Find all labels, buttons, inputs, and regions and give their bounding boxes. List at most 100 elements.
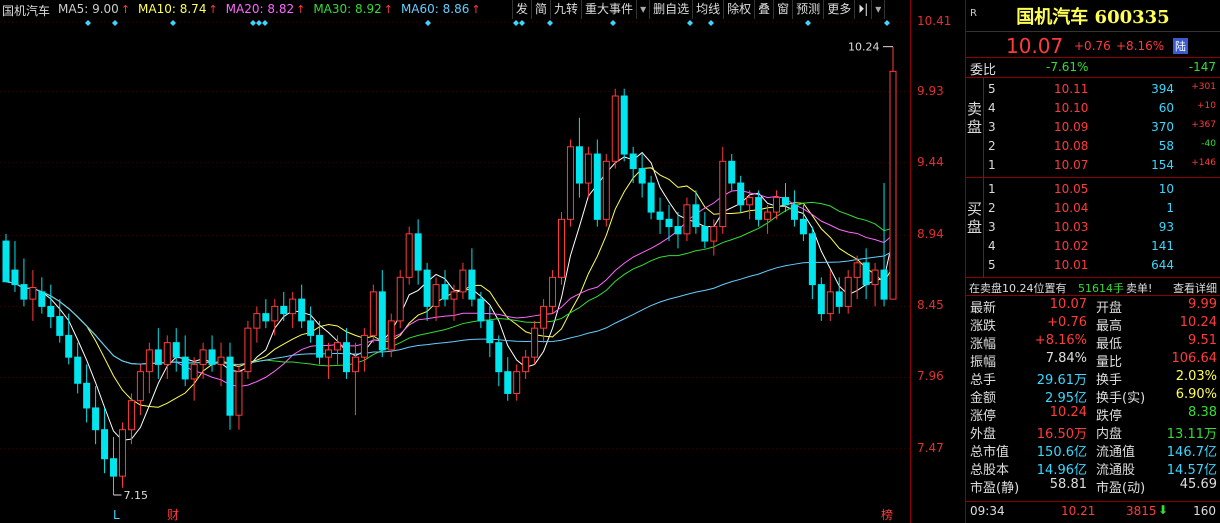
level-price: 10.09	[1054, 120, 1089, 134]
event-diamond-icon	[513, 20, 519, 26]
candle	[110, 436, 118, 495]
level-volume: 154	[1151, 158, 1174, 172]
toolbar-item-6[interactable]: 均线	[693, 0, 725, 19]
level-number: 5	[988, 82, 996, 96]
toolbar-item-9[interactable]: 窗	[774, 0, 794, 19]
candle	[253, 306, 261, 343]
book-level[interactable]: 2 10.04 1	[988, 201, 1220, 219]
book-level[interactable]: 4 10.02 141	[988, 239, 1220, 257]
price-change-pct: +8.16%	[1116, 39, 1165, 53]
ma10-legend: MA10: 8.74 ↑	[138, 2, 218, 16]
toolbar-item-2[interactable]: 九转	[551, 0, 583, 19]
candle	[504, 357, 512, 401]
stat-value: 13.11万	[1166, 427, 1217, 442]
candle	[2, 233, 10, 283]
marker-cai: 财	[167, 508, 179, 522]
candle	[853, 255, 861, 300]
stat-label: 换手(实)	[1096, 391, 1146, 406]
level-change: +367	[1191, 120, 1216, 130]
stats-row: 涨停 10.24 跌停 8.38	[966, 405, 1220, 424]
stat-label: 最低	[1096, 337, 1123, 352]
price-tick: 7.96	[917, 369, 944, 384]
book-level[interactable]: 3 10.09 370 +367	[988, 120, 1220, 138]
candle	[692, 190, 700, 234]
toolbar-item-8[interactable]: 叠	[755, 0, 775, 19]
kline-chart[interactable]: 10.24 7.15 L 财 榜	[0, 0, 910, 523]
chart-toolbar: 发简九转 重大事件 ▾ 删自选 均线 除权叠窗预测 更多 ⏵| ▾	[512, 0, 886, 19]
toolbar-item-5[interactable]: 删自选	[650, 0, 694, 19]
price-change: +0.76	[1074, 39, 1111, 53]
candle	[477, 291, 485, 329]
stat-value: 10.24	[1049, 405, 1087, 420]
book-level[interactable]: 5 10.11 394 +301	[988, 82, 1220, 100]
candle	[710, 219, 718, 256]
level-volume: 141	[1151, 239, 1174, 253]
tick-count: 160	[1193, 504, 1216, 518]
view-detail-link[interactable]: 查看详细	[1173, 280, 1217, 296]
book-level[interactable]: 3 10.03 93	[988, 220, 1220, 238]
candle	[566, 139, 574, 227]
candle	[92, 386, 100, 445]
price-line: 10.07 +0.76 +8.16% 陆	[966, 32, 1220, 58]
level-number: 5	[988, 258, 996, 272]
book-level[interactable]: 5 10.01 644	[988, 258, 1220, 276]
high-price-label: 10.24	[848, 41, 880, 54]
level-volume: 1	[1166, 201, 1174, 215]
candle	[557, 212, 565, 285]
toolbar-item-11[interactable]: 更多	[824, 0, 856, 19]
candle	[101, 407, 109, 474]
event-diamond-icon	[256, 20, 262, 26]
level-price: 10.02	[1054, 239, 1089, 253]
candle	[118, 422, 126, 488]
candle	[154, 328, 162, 379]
candle	[620, 88, 628, 162]
level-number: 3	[988, 220, 996, 234]
weibi-label: 委比	[970, 63, 997, 78]
stat-value: 146.7亿	[1166, 445, 1217, 460]
toolbar-item-10[interactable]: 预测	[793, 0, 825, 19]
stat-value: 14.96亿	[1036, 463, 1087, 478]
toolbar-item-12[interactable]: ⏵|	[855, 0, 873, 19]
candle	[280, 291, 288, 321]
kline-chart-area[interactable]: 10.24 7.15 L 财 榜 国机汽车 MA5: 9.00 ↑ MA10: 8.74 ↑…	[0, 0, 965, 523]
level-price: 10.08	[1054, 139, 1089, 153]
book-level[interactable]: 1 10.07 154 +146	[988, 158, 1220, 176]
level-number: 4	[988, 101, 996, 115]
stat-label: 总手	[970, 373, 997, 388]
level-volume: 60	[1158, 101, 1174, 115]
level-change: +146	[1191, 158, 1216, 168]
stat-label: 涨跌	[970, 319, 997, 334]
toolbar-item-4[interactable]: ▾	[637, 0, 651, 19]
ma60-legend: MA60: 8.86 ↑	[400, 2, 481, 16]
candle	[271, 299, 279, 336]
book-level[interactable]: 2 10.08 58 -40	[988, 139, 1220, 157]
stat-label: 外盘	[970, 427, 997, 442]
stock-title[interactable]: 国机汽车 600335	[966, 3, 1220, 29]
toolbar-item-7[interactable]: 除权	[724, 0, 756, 19]
candle	[83, 364, 91, 423]
candle	[360, 328, 368, 372]
candle	[414, 219, 422, 285]
toolbar-item-1[interactable]: 简	[532, 0, 552, 19]
candle	[172, 328, 180, 372]
candle	[74, 342, 82, 394]
candle	[459, 262, 467, 300]
toolbar-item-0[interactable]: 发	[513, 0, 533, 19]
candle	[262, 299, 270, 329]
lu-badge[interactable]: 陆	[1173, 38, 1188, 54]
stat-value: 9.51	[1188, 333, 1217, 348]
stat-label: 跌停	[1096, 409, 1123, 424]
toolbar-item-3[interactable]: 重大事件	[582, 0, 638, 19]
book-level[interactable]: 1 10.05 10	[988, 182, 1220, 200]
candle	[378, 270, 386, 358]
level-number: 1	[988, 182, 996, 196]
level-change: +10	[1197, 101, 1216, 111]
book-level[interactable]: 4 10.10 60 +10	[988, 101, 1220, 119]
marker-bang: 榜	[881, 507, 893, 522]
toolbar-item-13[interactable]: ▾	[872, 0, 886, 19]
level-volume: 370	[1151, 120, 1174, 134]
candle	[47, 284, 55, 329]
level-price: 10.05	[1054, 182, 1089, 196]
candle	[656, 197, 664, 234]
price-tick: 10.41	[917, 14, 952, 28]
